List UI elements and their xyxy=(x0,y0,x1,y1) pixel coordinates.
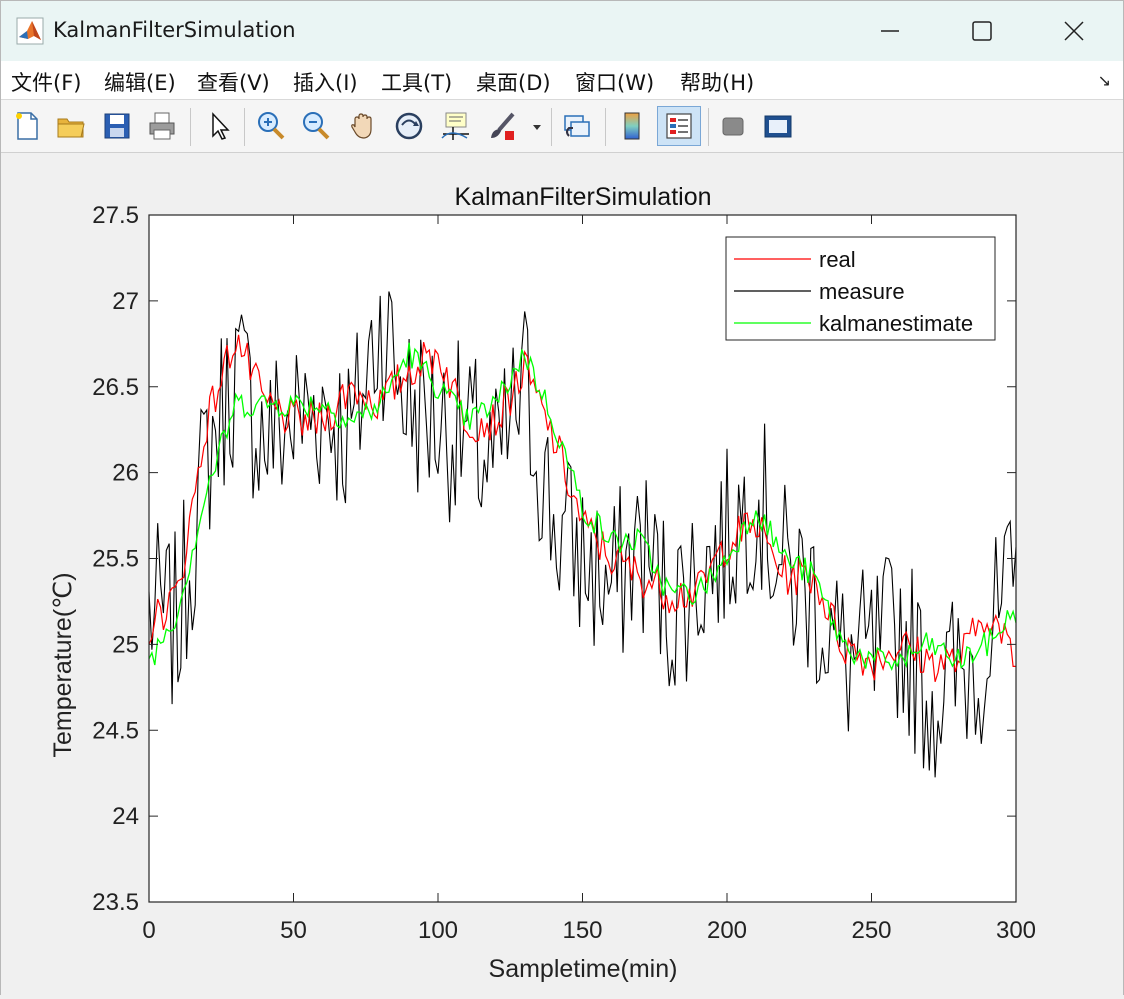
colorbar-icon xyxy=(624,112,640,140)
x-tick-label: 100 xyxy=(418,917,458,944)
legend-label: kalmanestimate xyxy=(819,311,973,336)
chart-title: KalmanFilterSimulation xyxy=(454,183,711,211)
zoom-out-icon xyxy=(303,112,330,140)
x-tick-label: 200 xyxy=(707,917,747,944)
x-axis-label: Sampletime(min) xyxy=(489,955,678,983)
select-button[interactable] xyxy=(201,108,237,144)
data-cursor-button[interactable] xyxy=(437,108,473,144)
menu-file[interactable]: 文件(F) xyxy=(11,67,81,97)
save-icon xyxy=(104,113,130,139)
toolbar-separator xyxy=(551,108,552,146)
window-title: KalmanFilterSimulation xyxy=(53,18,296,42)
minimize-icon xyxy=(881,30,899,32)
x-tick-label: 250 xyxy=(851,917,891,944)
y-axis-label: Temperature(℃) xyxy=(49,572,77,757)
y-tick-label: 23.5 xyxy=(92,889,139,916)
toolbar-separator xyxy=(605,108,606,146)
zoom-in-button[interactable] xyxy=(253,108,289,144)
brush-dropdown-button[interactable] xyxy=(527,108,547,144)
toolbar xyxy=(1,100,1123,153)
save-button[interactable] xyxy=(99,108,135,144)
zoom-in-icon xyxy=(258,112,285,140)
data-cursor-icon xyxy=(441,112,469,140)
toolbar-separator xyxy=(244,108,245,146)
y-tick-label: 27 xyxy=(112,288,139,315)
y-tick-label: 27.5 xyxy=(92,202,139,229)
show-plot-tools-button[interactable] xyxy=(760,108,796,144)
toolbar-separator xyxy=(708,108,709,146)
line-chart[interactable]: 0 50 100 150 200 250 300 23.5 24 24.5 25 25.5 26 26.5… xyxy=(1,153,1123,995)
menu-window[interactable]: 窗口(W) xyxy=(575,67,654,97)
pan-hand-icon xyxy=(351,113,372,139)
legend-label: real xyxy=(819,247,856,272)
title-bar[interactable]: KalmanFilterSimulation xyxy=(1,1,1123,61)
pointer-icon xyxy=(212,112,230,140)
menu-edit[interactable]: 编辑(E) xyxy=(104,67,176,97)
menu-view[interactable]: 查看(V) xyxy=(197,67,270,97)
figure-canvas: 0 50 100 150 200 250 300 23.5 24 24.5 25 25.5 26 26.5… xyxy=(1,153,1123,995)
print-icon xyxy=(149,112,175,140)
x-tick-label: 50 xyxy=(280,917,307,944)
menu-tools[interactable]: 工具(T) xyxy=(381,67,452,97)
print-button[interactable] xyxy=(144,108,180,144)
y-tick-label: 26.5 xyxy=(92,374,139,401)
dock-arrow-icon[interactable]: ↘ xyxy=(1098,71,1111,90)
open-button[interactable] xyxy=(53,108,89,144)
menu-bar: 文件(F) 编辑(E) 查看(V) 插入(I) 工具(T) 桌面(D) 窗口(W… xyxy=(1,61,1123,100)
pan-button[interactable] xyxy=(345,108,381,144)
y-tick-label: 24 xyxy=(112,803,139,830)
maximize-icon xyxy=(972,21,992,41)
new-figure-button[interactable] xyxy=(9,108,45,144)
legend-button[interactable] xyxy=(657,106,701,146)
x-tick-label: 0 xyxy=(142,917,155,944)
hide-plot-tools-button[interactable] xyxy=(715,108,751,144)
minimize-button[interactable] xyxy=(867,11,913,51)
toolbar-separator xyxy=(190,108,191,146)
legend-icon xyxy=(666,113,692,139)
y-tick-label: 26 xyxy=(112,460,139,487)
new-file-icon xyxy=(16,112,38,140)
close-icon xyxy=(1064,21,1084,41)
legend[interactable]: real measure kalmanestimate xyxy=(725,236,996,341)
chevron-down-icon xyxy=(533,125,541,130)
maximize-button[interactable] xyxy=(959,11,1005,51)
rotate-3d-button[interactable] xyxy=(391,108,427,144)
link-plot-button[interactable] xyxy=(559,108,595,144)
x-tick-label: 300 xyxy=(996,917,1036,944)
y-tick-label: 25.5 xyxy=(92,546,139,573)
brush-button[interactable] xyxy=(485,108,521,144)
y-tick-label: 24.5 xyxy=(92,717,139,744)
hide-plot-tools-icon xyxy=(722,117,744,136)
menu-insert[interactable]: 插入(I) xyxy=(293,67,358,97)
rotate-3d-icon xyxy=(395,112,423,140)
menu-desktop[interactable]: 桌面(D) xyxy=(476,67,551,97)
close-button[interactable] xyxy=(1051,11,1097,51)
zoom-out-button[interactable] xyxy=(298,108,334,144)
x-tick-label: 150 xyxy=(562,917,602,944)
legend-label: measure xyxy=(819,279,905,304)
menu-help[interactable]: 帮助(H) xyxy=(680,67,754,97)
colorbar-button[interactable] xyxy=(614,108,650,144)
show-plot-tools-icon xyxy=(764,115,792,138)
y-tick-label: 25 xyxy=(112,631,139,658)
brush-icon xyxy=(491,112,515,140)
matlab-icon xyxy=(16,17,44,45)
figure-window: KalmanFilterSimulation 文件(F) 编辑(E) 查看(V)… xyxy=(0,0,1124,995)
link-plot-icon xyxy=(564,115,590,137)
open-folder-icon xyxy=(57,118,85,138)
